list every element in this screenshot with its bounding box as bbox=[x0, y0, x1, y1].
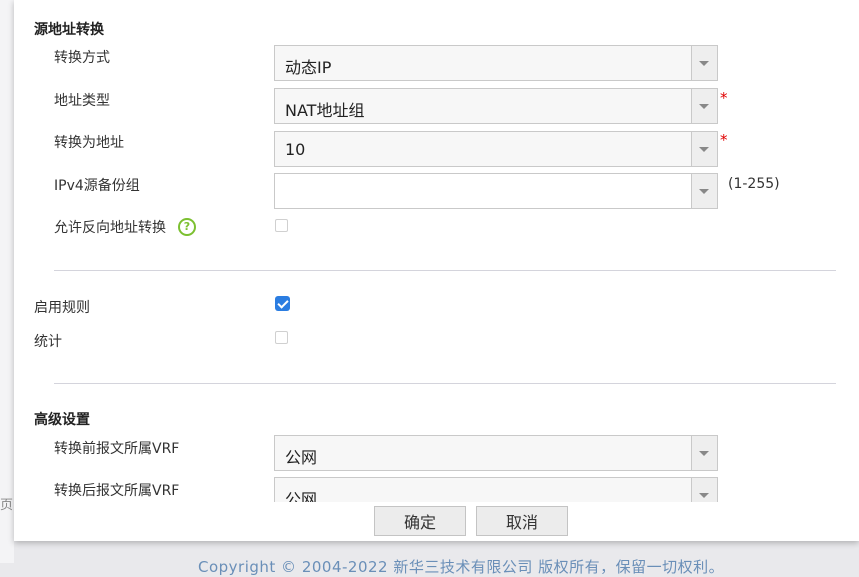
background-page bbox=[0, 0, 14, 563]
ipv4-backup-label: IPv4源备份组 bbox=[54, 178, 140, 194]
section-divider bbox=[54, 270, 836, 271]
section-title-source-nat: 源地址转换 bbox=[34, 22, 104, 38]
vrf-before-label: 转换前报文所属VRF bbox=[54, 441, 180, 457]
nat-rule-dialog: 源地址转换 转换方式 动态IP 地址类型 NAT地址组 * 转换为地址 10 *… bbox=[14, 0, 859, 541]
chevron-down-icon bbox=[699, 61, 709, 66]
background-page-text: 页 bbox=[0, 498, 14, 513]
enable-rule-label: 启用规则 bbox=[34, 300, 90, 316]
footer-copyright: Copyright © 2004-2022 新华三技术有限公司 版权所有，保留一… bbox=[198, 558, 725, 576]
statistics-label: 统计 bbox=[34, 334, 62, 350]
chevron-down-icon bbox=[699, 189, 709, 194]
chevron-down-icon bbox=[699, 493, 709, 498]
mode-label: 转换方式 bbox=[54, 50, 110, 66]
translate-to-select[interactable]: 10 bbox=[274, 131, 718, 167]
allow-reverse-checkbox[interactable] bbox=[275, 219, 288, 232]
vrf-before-select-value: 公网 bbox=[285, 448, 318, 467]
cancel-button[interactable]: 取消 bbox=[476, 506, 568, 536]
addr-type-select[interactable]: NAT地址组 bbox=[274, 88, 718, 124]
ipv4-backup-range-hint: (1-255) bbox=[728, 176, 780, 192]
addr-type-label: 地址类型 bbox=[54, 93, 110, 109]
vrf-before-select[interactable]: 公网 bbox=[274, 435, 718, 471]
chevron-down-icon bbox=[699, 451, 709, 456]
section-divider bbox=[54, 383, 836, 384]
chevron-down-icon bbox=[699, 104, 709, 109]
ipv4-backup-select[interactable] bbox=[274, 173, 718, 209]
vrf-before-select-dropdown-button[interactable] bbox=[691, 436, 717, 470]
addr-type-select-value: NAT地址组 bbox=[285, 101, 365, 120]
chevron-down-icon bbox=[699, 147, 709, 152]
vrf-after-select-value: 公网 bbox=[285, 490, 318, 502]
mode-select-dropdown-button[interactable] bbox=[691, 46, 717, 80]
vrf-after-select-dropdown-button[interactable] bbox=[691, 478, 717, 502]
addr-type-required-mark: * bbox=[720, 89, 728, 107]
translate-to-select-dropdown-button[interactable] bbox=[691, 132, 717, 166]
statistics-checkbox[interactable] bbox=[275, 331, 288, 344]
mode-select[interactable]: 动态IP bbox=[274, 45, 718, 81]
mode-select-value: 动态IP bbox=[285, 58, 332, 77]
section-title-advanced: 高级设置 bbox=[34, 412, 90, 428]
vrf-after-label: 转换后报文所属VRF bbox=[54, 483, 180, 499]
ok-button[interactable]: 确定 bbox=[374, 506, 466, 536]
addr-type-select-dropdown-button[interactable] bbox=[691, 89, 717, 123]
translate-to-label: 转换为地址 bbox=[54, 135, 124, 151]
dialog-scroll-area[interactable]: 源地址转换 转换方式 动态IP 地址类型 NAT地址组 * 转换为地址 10 *… bbox=[14, 0, 859, 502]
vrf-after-select[interactable]: 公网 bbox=[274, 477, 718, 502]
help-icon[interactable]: ? bbox=[178, 218, 196, 236]
ipv4-backup-select-dropdown-button[interactable] bbox=[691, 174, 717, 208]
translate-to-select-value: 10 bbox=[285, 140, 306, 159]
enable-rule-checkbox[interactable] bbox=[275, 296, 290, 311]
allow-reverse-label: 允许反向地址转换 bbox=[54, 220, 166, 236]
translate-to-required-mark: * bbox=[720, 131, 728, 149]
